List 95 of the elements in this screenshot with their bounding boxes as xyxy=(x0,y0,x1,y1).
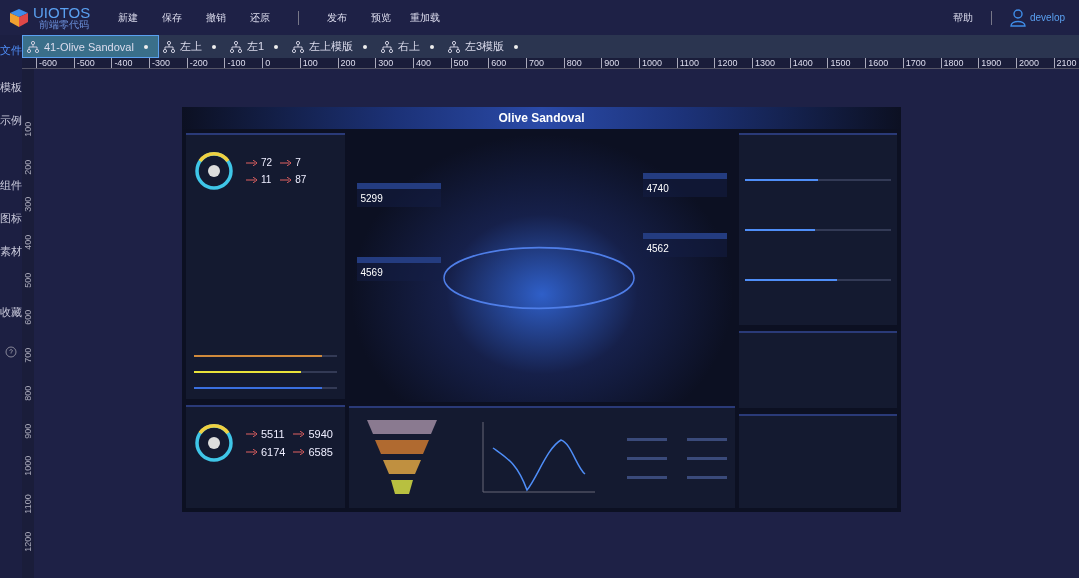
tab[interactable]: 左上 xyxy=(158,35,226,58)
dashboard-title: Olive Sandoval xyxy=(498,111,585,125)
ruler-label: -400 xyxy=(111,58,150,68)
tree-icon xyxy=(229,40,242,53)
ruler-label: 500 xyxy=(450,58,489,68)
ruler-label: 200 xyxy=(337,58,376,68)
ruler-label: 1300 xyxy=(752,58,790,68)
ruler-label: 600 xyxy=(22,309,34,326)
stat-value: 87 xyxy=(295,174,307,185)
ruler-label: 400 xyxy=(412,58,451,68)
tab[interactable]: 41-Olive Sandoval xyxy=(22,35,159,58)
tab[interactable]: 左1 xyxy=(225,35,288,58)
arrow-icon xyxy=(280,176,293,183)
menu-button[interactable]: 新建 xyxy=(108,10,148,25)
logo-icon xyxy=(8,6,30,29)
sidebar-item[interactable]: 组件 xyxy=(0,176,22,195)
arrow-icon xyxy=(246,159,258,166)
tab[interactable]: 右上 xyxy=(377,35,444,58)
tree-icon xyxy=(162,40,175,53)
sidebar-item[interactable]: 收藏 xyxy=(0,303,22,322)
arrow-icon xyxy=(293,448,306,455)
ruler-label: 900 xyxy=(601,58,639,68)
ruler-label: 1200 xyxy=(714,58,753,68)
callout-value: 4562 xyxy=(646,243,669,254)
ruler-label: 1100 xyxy=(676,58,715,68)
ruler-label: 800 xyxy=(22,384,34,401)
ruler-label: 900 xyxy=(22,422,34,439)
ruler-label: 1000 xyxy=(22,454,34,476)
ruler-label: 1800 xyxy=(940,58,979,68)
ruler-label: 1000 xyxy=(639,58,677,68)
menu-button[interactable]: 撤销 xyxy=(196,10,236,25)
callout-value: 4740 xyxy=(646,183,669,194)
sidebar-item[interactable]: 素材 xyxy=(0,242,22,261)
ruler-label: 300 xyxy=(22,196,34,213)
user-icon xyxy=(1009,8,1026,27)
arrow-icon xyxy=(293,430,306,437)
ruler-label: 400 xyxy=(22,233,34,250)
menu-button[interactable]: 预览 xyxy=(361,10,401,25)
tab[interactable]: 左上模版 xyxy=(288,35,377,58)
tab[interactable]: 左3模版 xyxy=(444,35,529,58)
tree-icon xyxy=(292,40,304,53)
ruler-label: 1200 xyxy=(22,530,34,552)
stat-value: 6585 xyxy=(308,445,333,458)
ruler-label: 600 xyxy=(488,58,526,68)
ruler-label: 700 xyxy=(22,346,34,363)
ruler-label: -200 xyxy=(186,58,225,68)
ruler-label: 1900 xyxy=(978,58,1016,68)
help-link[interactable]: 帮助 xyxy=(952,10,973,25)
arrow-icon xyxy=(246,176,258,183)
callout-value: 4569 xyxy=(360,267,383,278)
ruler-label: 2000 xyxy=(1015,58,1054,68)
sidebar-item[interactable]: 图标 xyxy=(0,209,22,228)
menu-button[interactable]: 保存 xyxy=(152,10,192,25)
tree-icon xyxy=(448,40,460,53)
sidebar-item[interactable]: 文件 xyxy=(0,41,22,60)
user-name[interactable]: develop xyxy=(1029,12,1065,23)
stat-value: 72 xyxy=(261,157,273,168)
ruler-label: 1100 xyxy=(22,493,34,514)
callout-value: 5299 xyxy=(360,193,383,204)
arrow-icon xyxy=(246,448,258,455)
ruler-label: 1400 xyxy=(789,58,828,68)
arrow-icon xyxy=(280,159,293,166)
ruler-label: 500 xyxy=(22,271,34,288)
ruler-label: 1600 xyxy=(865,58,903,68)
stat-value: 6174 xyxy=(261,445,286,458)
ruler-label: 200 xyxy=(22,158,34,175)
sidebar-item[interactable]: 模板 xyxy=(0,78,22,97)
ruler-label: 800 xyxy=(563,58,602,68)
ruler-label: 1700 xyxy=(902,58,941,68)
ruler-label: 0 xyxy=(262,58,300,68)
ruler-label: 100 xyxy=(299,58,338,68)
stat-value: 11 xyxy=(261,174,272,185)
arrow-icon xyxy=(246,430,258,437)
ruler-label: 700 xyxy=(525,58,564,68)
sidebar-item[interactable]: 示例 xyxy=(0,111,22,130)
ruler-label: -500 xyxy=(73,58,112,68)
ruler-label: 300 xyxy=(375,58,413,68)
ruler-label: -600 xyxy=(36,58,74,68)
menu-button[interactable]: 还原 xyxy=(240,10,280,25)
ruler-label: 1500 xyxy=(827,58,866,68)
ruler-label: -100 xyxy=(224,58,263,68)
tree-icon xyxy=(381,40,393,53)
stat-value: 5511 xyxy=(261,427,285,440)
ruler-label: -300 xyxy=(149,58,187,68)
help-icon[interactable] xyxy=(5,346,17,358)
menu-button[interactable]: 发布 xyxy=(317,10,357,25)
ruler-label: 100 xyxy=(22,120,34,137)
app-logo-text: UIOTOS xyxy=(33,5,91,20)
app-slogan: 前端零代码 xyxy=(39,20,89,30)
stat-value: 5940 xyxy=(308,427,333,440)
ring-gauge-icon xyxy=(192,149,236,193)
ruler-label: 2100 xyxy=(1053,58,1079,68)
tree-icon xyxy=(27,40,39,53)
stat-value: 7 xyxy=(295,157,301,168)
menu-button[interactable]: 重加载 xyxy=(405,10,445,25)
